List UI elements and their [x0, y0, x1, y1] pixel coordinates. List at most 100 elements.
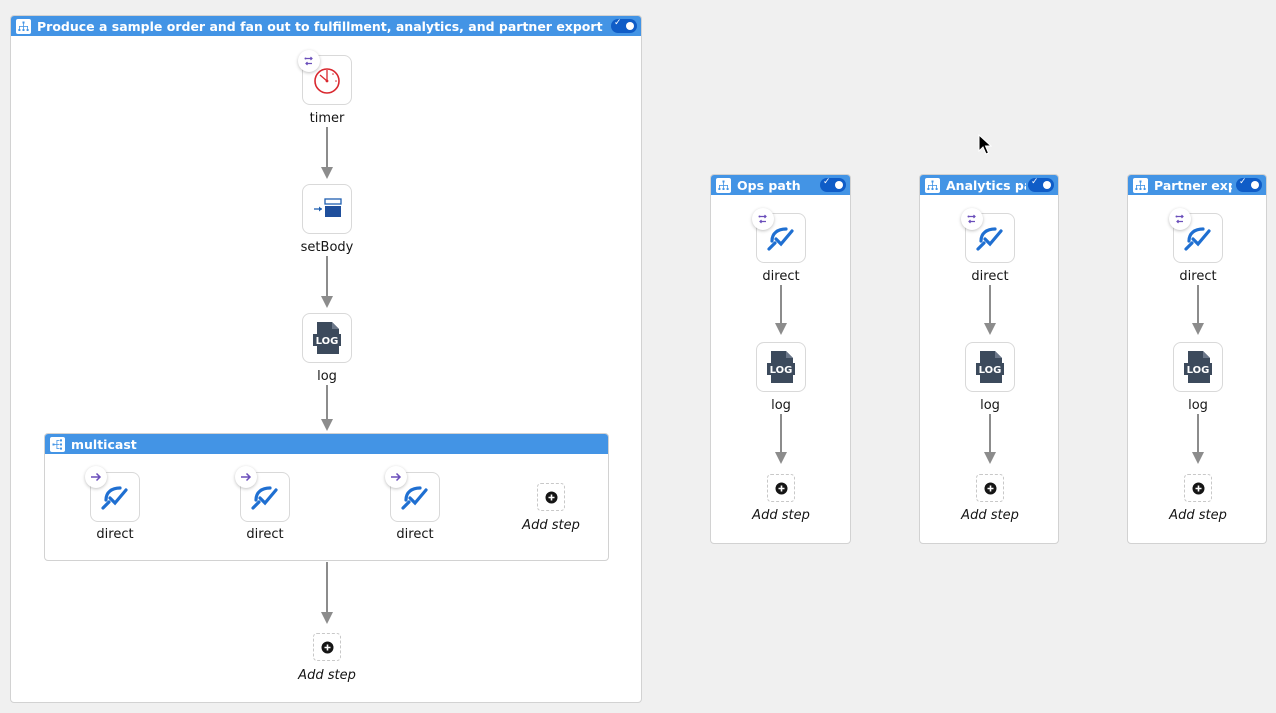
- branch-badge: [85, 466, 107, 488]
- add-step-label: Add step: [1169, 508, 1227, 523]
- edge: [1197, 285, 1199, 325]
- arrow-right-icon: [391, 472, 402, 482]
- loop-icon: [967, 214, 976, 224]
- step-log[interactable]: LOG: [756, 342, 806, 392]
- arrow-right-icon: [241, 472, 252, 482]
- step-log[interactable]: LOG: [1173, 342, 1223, 392]
- loop-icon: [304, 56, 313, 66]
- step-label: log: [980, 398, 1000, 413]
- route-main: Produce a sample order and fan out to fu…: [10, 15, 642, 703]
- route-icon: [16, 18, 31, 34]
- route-header[interactable]: Analytics path ✓: [920, 175, 1058, 195]
- route-toggle[interactable]: ✓: [1028, 177, 1054, 192]
- multicast-title: multicast: [71, 436, 137, 452]
- route-analytics-path: Analytics path ✓ direct LOG log Add step: [919, 174, 1059, 544]
- add-step-label: Add step: [298, 668, 356, 683]
- route-start-badge: [1169, 208, 1191, 230]
- add-step-label: Add step: [522, 518, 580, 533]
- branch-badge: [235, 466, 257, 488]
- add-step-button[interactable]: [537, 483, 565, 511]
- log-icon: LOG: [767, 351, 795, 383]
- add-step-label: Add step: [961, 508, 1019, 523]
- edge: [989, 414, 991, 454]
- step-label: direct: [1179, 269, 1217, 284]
- check-icon: ✓: [614, 18, 622, 28]
- edge: [989, 285, 991, 325]
- step-label: log: [317, 369, 337, 384]
- route-toggle[interactable]: ✓: [1236, 177, 1262, 192]
- set-body-icon: [314, 198, 342, 217]
- plus-circle-icon: [1192, 482, 1204, 494]
- log-icon: LOG: [1184, 351, 1212, 383]
- route-header[interactable]: Produce a sample order and fan out to fu…: [11, 16, 641, 36]
- canvas: Produce a sample order and fan out to fu…: [0, 0, 1276, 713]
- add-step-button[interactable]: [976, 474, 1004, 502]
- edge: [1197, 414, 1199, 454]
- svg-text:LOG: LOG: [979, 365, 1002, 376]
- edge: [326, 256, 328, 298]
- direct-icon: [251, 486, 278, 510]
- route-toggle[interactable]: ✓: [820, 177, 846, 192]
- branch-badge: [385, 466, 407, 488]
- route-title: Analytics path: [946, 177, 1026, 193]
- multicast-header[interactable]: multicast: [45, 434, 608, 454]
- edge: [780, 285, 782, 325]
- route-partner-export: Partner export ✓ direct LOG log Add step: [1127, 174, 1267, 544]
- arrowhead: [321, 167, 333, 179]
- log-icon: LOG: [313, 322, 341, 354]
- add-step-button[interactable]: [767, 474, 795, 502]
- route-ops-path: Ops path ✓ direct LOG log Add step: [710, 174, 851, 544]
- multicast-icon: [50, 436, 65, 452]
- arrowhead: [1192, 323, 1204, 335]
- step-label: direct: [762, 269, 800, 284]
- direct-icon: [976, 227, 1003, 251]
- add-step-button[interactable]: [313, 633, 341, 661]
- step-log[interactable]: LOG: [302, 313, 352, 363]
- step-label: direct: [96, 527, 134, 542]
- add-step-button[interactable]: [1184, 474, 1212, 502]
- direct-icon: [101, 486, 128, 510]
- svg-text:LOG: LOG: [316, 336, 339, 347]
- route-start-badge: [752, 208, 774, 230]
- route-title: Ops path: [737, 177, 801, 193]
- step-label: direct: [971, 269, 1009, 284]
- add-step-label: Add step: [752, 508, 810, 523]
- route-title: Partner export: [1154, 177, 1232, 193]
- arrowhead: [1192, 452, 1204, 464]
- check-icon: ✓: [1031, 177, 1039, 187]
- step-label: direct: [396, 527, 434, 542]
- route-toggle[interactable]: ✓: [611, 18, 637, 33]
- step-label: log: [1188, 398, 1208, 413]
- check-icon: ✓: [1239, 177, 1247, 187]
- direct-icon: [1184, 227, 1211, 251]
- loop-icon: [758, 214, 767, 224]
- arrowhead: [984, 452, 996, 464]
- arrow-right-icon: [91, 472, 102, 482]
- log-icon: LOG: [976, 351, 1004, 383]
- route-start-badge: [961, 208, 983, 230]
- edge: [326, 562, 328, 614]
- mouse-cursor-icon: [978, 134, 992, 155]
- step-label: direct: [246, 527, 284, 542]
- route-header[interactable]: Partner export ✓: [1128, 175, 1266, 195]
- arrowhead: [321, 419, 333, 431]
- step-log[interactable]: LOG: [965, 342, 1015, 392]
- plus-circle-icon: [545, 491, 557, 503]
- plus-circle-icon: [984, 482, 996, 494]
- route-header[interactable]: Ops path ✓: [711, 175, 850, 195]
- arrowhead: [321, 612, 333, 624]
- route-icon: [1133, 177, 1148, 193]
- plus-circle-icon: [775, 482, 787, 494]
- route-icon: [716, 177, 731, 193]
- loop-icon: [1175, 214, 1184, 224]
- step-label: log: [771, 398, 791, 413]
- direct-icon: [401, 486, 428, 510]
- step-setbody[interactable]: [302, 184, 352, 234]
- edge: [780, 414, 782, 454]
- arrowhead: [321, 296, 333, 308]
- check-icon: ✓: [823, 177, 831, 187]
- multicast-container: multicast direct direct direct Add step: [44, 433, 609, 561]
- step-label: timer: [309, 111, 345, 126]
- svg-text:LOG: LOG: [770, 365, 793, 376]
- edge: [326, 385, 328, 421]
